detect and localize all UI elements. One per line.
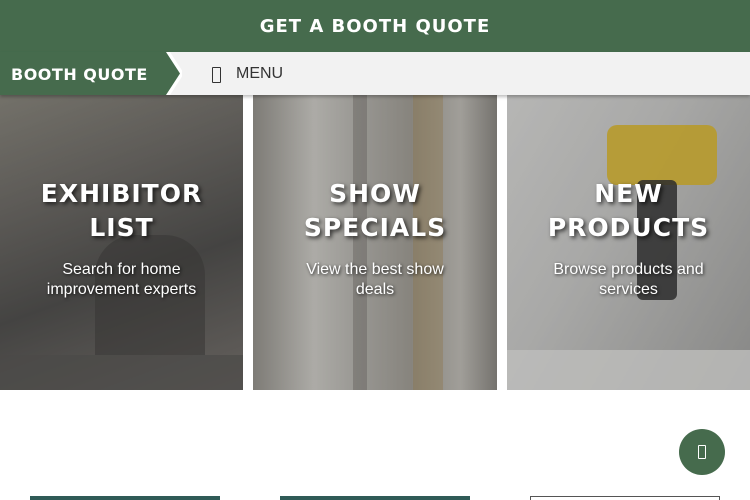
tile-title: EXHIBITOR LIST	[0, 177, 243, 245]
card-preview[interactable]	[530, 496, 720, 500]
tile-subtitle-line: improvement experts	[46, 281, 197, 298]
booth-quote-cta[interactable]: GET A BOOTH QUOTE	[260, 16, 491, 37]
tile-subtitle-line: deals	[355, 281, 395, 298]
tile-subtitle-line: services	[599, 281, 658, 298]
tile-new-products[interactable]: NEW PRODUCTS Browse products and service…	[507, 95, 750, 390]
tile-title: SHOW SPECIALS	[253, 177, 497, 245]
tile-subtitle-line: View the best show	[306, 261, 444, 278]
menu-icon	[210, 65, 222, 83]
tile-title-line: SHOW	[329, 179, 421, 208]
menu-button[interactable]: MENU	[210, 52, 283, 95]
tile-show-specials[interactable]: SHOW SPECIALS View the best show deals	[253, 95, 497, 390]
feature-tiles: EXHIBITOR LIST Search for home improveme…	[0, 95, 750, 390]
menu-label: MENU	[236, 64, 284, 82]
card-preview[interactable]	[280, 496, 470, 500]
tile-title-line: EXHIBITOR	[40, 179, 203, 208]
card-preview[interactable]	[30, 496, 220, 500]
tile-title: NEW PRODUCTS	[507, 177, 750, 245]
tile-subtitle-line: Browse products and	[553, 261, 704, 278]
tile-title-line: SPECIALS	[303, 213, 447, 242]
tile-title-line: PRODUCTS	[547, 213, 710, 242]
navbar: BOOTH QUOTE MENU	[0, 52, 750, 95]
brand-label[interactable]: BOOTH QUOTE	[11, 65, 148, 84]
header-banner[interactable]: GET A BOOTH QUOTE	[0, 0, 750, 52]
tile-subtitle: View the best show deals	[273, 260, 477, 300]
tile-exhibitor-list[interactable]: EXHIBITOR LIST Search for home improveme…	[0, 95, 243, 390]
tile-subtitle: Search for home improvement experts	[20, 260, 223, 300]
tile-title-line: LIST	[89, 213, 154, 242]
tile-subtitle: Browse products and services	[527, 260, 730, 300]
tile-subtitle-line: Search for home	[62, 261, 181, 278]
scroll-up-button[interactable]	[679, 429, 725, 475]
scroll-icon	[698, 445, 706, 459]
tile-title-line: NEW	[594, 179, 663, 208]
